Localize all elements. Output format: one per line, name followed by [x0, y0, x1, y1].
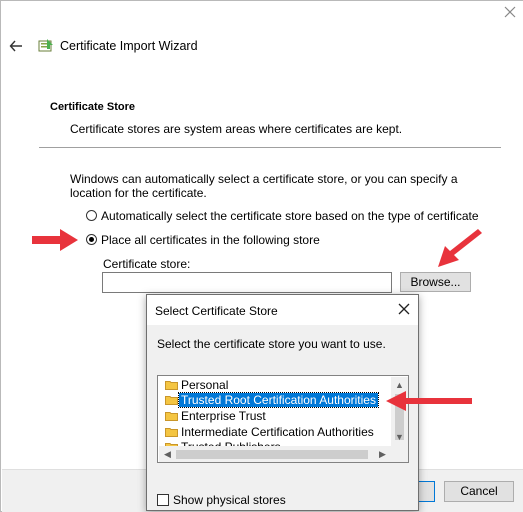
- close-icon[interactable]: [503, 5, 517, 19]
- scroll-right-icon[interactable]: ▶: [374, 446, 391, 462]
- select-certificate-store-dialog: Select Certificate Store Select the cert…: [146, 294, 419, 511]
- tree-item-enterprise-trust[interactable]: Enterprise Trust: [165, 409, 266, 424]
- folder-icon: [165, 396, 178, 405]
- radio-auto-select[interactable]: [86, 210, 97, 221]
- certificate-store-label: Certificate store:: [103, 257, 191, 271]
- scroll-left-icon[interactable]: ◀: [159, 446, 176, 462]
- folder-icon: [165, 428, 178, 437]
- wizard-title: Certificate Import Wizard: [60, 39, 198, 53]
- show-physical-stores-label[interactable]: Show physical stores: [173, 493, 286, 507]
- certificate-wizard-icon: [38, 39, 53, 52]
- section-subtitle: Certificate stores are system areas wher…: [70, 122, 403, 136]
- show-physical-stores-checkbox[interactable]: [157, 494, 169, 506]
- tree-item-trusted-root[interactable]: Trusted Root Certification Authorities: [165, 392, 379, 408]
- certificate-store-field[interactable]: [102, 272, 392, 293]
- header-band: [2, 91, 523, 147]
- tree-item-intermediate[interactable]: Intermediate Certification Authorities: [165, 425, 374, 440]
- next-button-partial[interactable]: [419, 481, 435, 502]
- section-heading: Certificate Store: [50, 101, 135, 113]
- divider: [39, 147, 501, 148]
- browse-button[interactable]: Browse...: [400, 272, 471, 292]
- horizontal-scrollbar[interactable]: ◀ ▶: [159, 446, 391, 462]
- description-text: Windows can automatically select a certi…: [70, 172, 458, 200]
- folder-icon: [165, 381, 178, 390]
- dialog-title: Select Certificate Store: [155, 304, 278, 318]
- tree-item-label: Trusted Root Certification Authorities: [178, 392, 379, 408]
- radio-auto-select-label[interactable]: Automatically select the certificate sto…: [101, 209, 479, 223]
- tree-item-label: Personal: [181, 378, 229, 392]
- radio-place-in-store-label[interactable]: Place all certificates in the following …: [101, 233, 320, 247]
- tree-item-personal[interactable]: Personal: [165, 378, 229, 393]
- radio-place-in-store[interactable]: [86, 234, 97, 245]
- annotation-arrow: [386, 391, 472, 411]
- cancel-button[interactable]: Cancel: [444, 481, 514, 502]
- dialog-instruction: Select the certificate store you want to…: [157, 337, 386, 351]
- scroll-thumb[interactable]: [176, 450, 368, 459]
- scroll-down-icon[interactable]: ▼: [391, 429, 408, 446]
- tree-item-label: Enterprise Trust: [181, 409, 266, 423]
- folder-icon: [165, 412, 178, 421]
- back-arrow-icon[interactable]: [9, 39, 23, 53]
- annotation-arrow: [32, 229, 78, 251]
- annotation-arrow: [438, 229, 482, 267]
- certificate-store-tree[interactable]: Personal Trusted Root Certification Auth…: [157, 375, 409, 463]
- tree-item-label: Intermediate Certification Authorities: [181, 425, 374, 439]
- dialog-close-icon[interactable]: [398, 303, 410, 315]
